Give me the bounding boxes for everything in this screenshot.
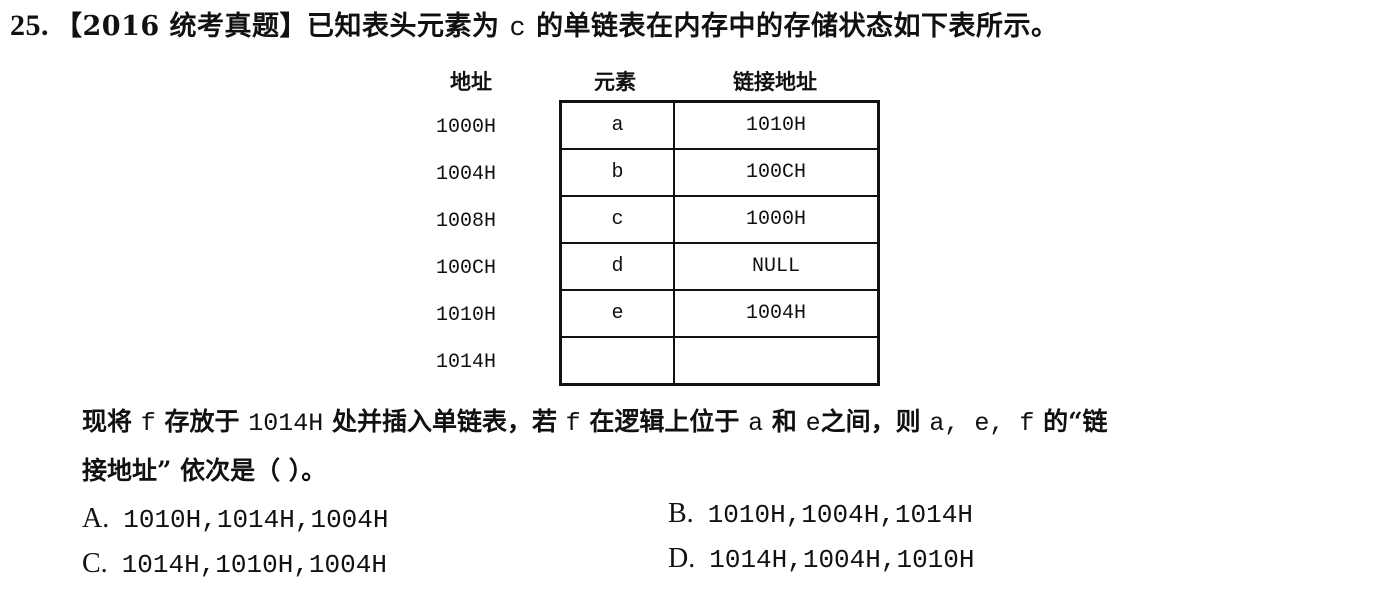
element-cell [559, 336, 675, 386]
link-cell [673, 336, 880, 386]
element-cell: c [559, 195, 675, 244]
option-letter: D. [668, 543, 696, 574]
table-row: e 1004H [559, 289, 880, 338]
element-cell: a [559, 100, 675, 150]
option-value: 1010H,1004H,1014H [707, 500, 973, 530]
option-letter: C. [82, 548, 108, 579]
element-cell: d [559, 242, 675, 291]
table-row: c 1000H [559, 195, 880, 244]
address-column: 1000H 1004H 1008H 100CH 1010H 1014H [436, 104, 516, 386]
address-cell: 100CH [436, 257, 497, 280]
body-text: 存放于 [164, 407, 240, 436]
option-a[interactable]: A. 1010H,1014H,1004H [82, 503, 388, 535]
body-text: 处并插入单链表，若 [331, 407, 557, 436]
body-var-list: a, e, f [929, 409, 1035, 438]
body-text: 在逻辑上位于 [589, 407, 740, 436]
body-var-f: f [140, 409, 156, 438]
body-text: 和 [771, 407, 797, 436]
address-cell: 1004H [436, 163, 497, 186]
question-number: 25. [10, 9, 49, 42]
option-b[interactable]: B. 1010H,1004H,1014H [668, 498, 973, 530]
link-cell: 1010H [673, 100, 880, 150]
element-cell: e [559, 289, 675, 338]
title-prefix: 【2016 统考真题】已知表头元素为 [55, 11, 500, 42]
question-title: 25. 【2016 统考真题】已知表头元素为 c 的单链表在内存中的存储状态如下表… [10, 4, 1059, 44]
table-row: a 1010H [559, 100, 880, 150]
body-var-e: e [805, 409, 821, 438]
address-cell: 1008H [436, 210, 497, 233]
address-cell: 1014H [436, 351, 497, 374]
option-value: 1014H,1010H,1004H [121, 550, 387, 580]
address-cell: 1000H [436, 116, 497, 139]
table-row: b 100CH [559, 148, 880, 197]
head-element: c [509, 14, 527, 44]
question-body-line-1: 现将 f 存放于 1014H 处并插入单链表，若 f 在逻辑上位于 a 和 e之… [82, 402, 1108, 438]
body-var-a: a [748, 409, 764, 438]
link-cell: 100CH [673, 148, 880, 197]
link-cell: NULL [673, 242, 880, 291]
option-letter: A. [82, 503, 110, 534]
body-text: 的“链 [1043, 407, 1108, 436]
address-cell: 1010H [436, 304, 497, 327]
body-text: 现将 [82, 407, 133, 436]
element-cell: b [559, 148, 675, 197]
body-var-f: f [565, 409, 581, 438]
option-letter: B. [668, 498, 694, 529]
header-element: 元素 [594, 70, 636, 94]
body-text: 之间，则 [820, 407, 921, 436]
option-d[interactable]: D. 1014H,1004H,1010H [668, 543, 974, 575]
option-value: 1010H,1014H,1004H [123, 505, 389, 535]
title-suffix: 的单链表在内存中的存储状态如下表所示。 [536, 11, 1059, 42]
memory-table: a 1010H b 100CH c 1000H d NULL e 1004H [559, 100, 880, 386]
link-cell: 1004H [673, 289, 880, 338]
body-address: 1014H [248, 409, 324, 438]
question-body-line-2: 接地址” 依次是（ ）。 [82, 456, 327, 485]
table-row: d NULL [559, 242, 880, 291]
header-address: 地址 [450, 70, 492, 94]
option-value: 1014H,1004H,1010H [709, 545, 975, 575]
header-link: 链接地址 [733, 70, 817, 94]
option-c[interactable]: C. 1014H,1010H,1004H [82, 548, 387, 580]
table-row [559, 336, 880, 386]
link-cell: 1000H [673, 195, 880, 244]
